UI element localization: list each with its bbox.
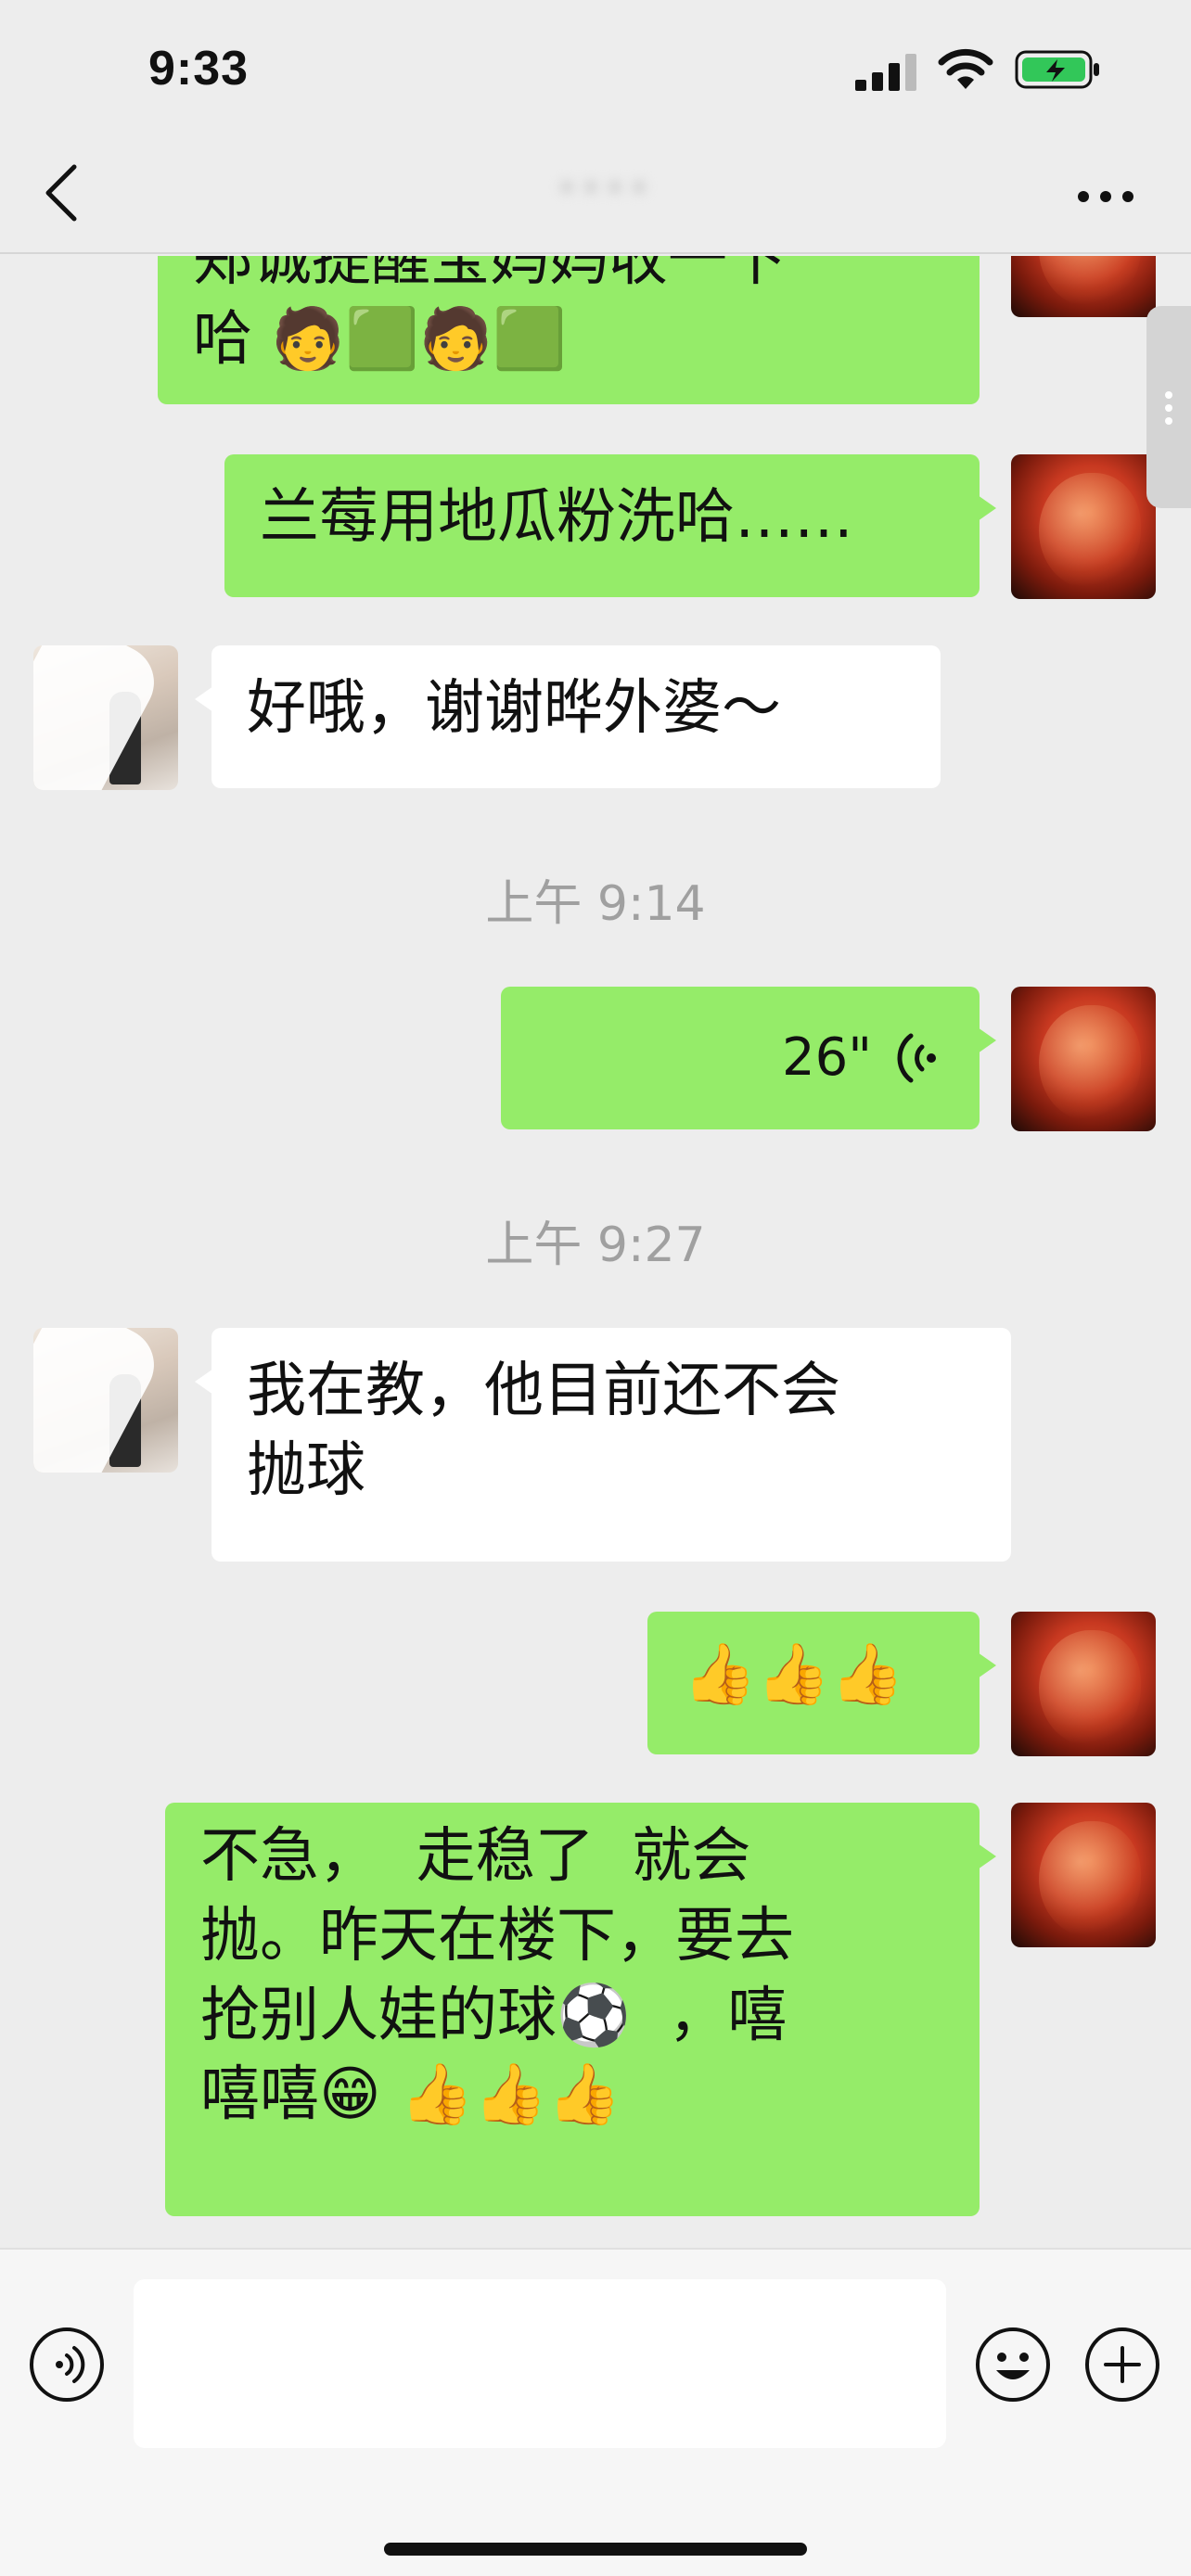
emoji-icon[interactable] xyxy=(974,2326,1052,2404)
message-text: 好哦，谢谢晔外婆～ xyxy=(247,674,781,743)
contact-name: •••• xyxy=(555,165,651,212)
home-indicator xyxy=(384,2543,807,2556)
signal-icon xyxy=(855,54,916,91)
voice-duration: 26" xyxy=(781,1027,872,1089)
scroll-handle[interactable] xyxy=(1146,306,1191,508)
battery-icon xyxy=(1015,50,1099,89)
avatar-friend[interactable] xyxy=(33,1328,178,1473)
message-bubble-sent[interactable]: 👍👍👍 xyxy=(647,1612,996,1754)
chat-area[interactable]: 郑诚提醒宝妈妈收一下 哈 🧑‍🟩🧑‍🟩 兰莓用地瓜粉洗哈…… 好哦，谢谢晔外婆～… xyxy=(0,256,1191,2248)
message-text: 郑诚提醒宝妈妈收一下 哈 🧑‍🟩🧑‍🟩 xyxy=(193,256,787,374)
status-time: 9:33 xyxy=(148,42,250,96)
avatar-self[interactable] xyxy=(1011,256,1156,317)
more-icon[interactable] xyxy=(1076,189,1135,204)
message-bubble-received[interactable]: 好哦，谢谢晔外婆～ xyxy=(195,645,941,788)
timestamp: 上午 9:14 xyxy=(485,876,706,932)
avatar-self[interactable] xyxy=(1011,1612,1156,1756)
message-input[interactable] xyxy=(134,2279,946,2448)
message-text: 兰莓用地瓜粉洗哈…… xyxy=(260,483,853,552)
timestamp: 上午 9:27 xyxy=(485,1218,706,1273)
voice-wave-icon xyxy=(897,1033,936,1083)
message-bubble-received[interactable]: 我在教，他目前还不会 抛球 xyxy=(195,1328,1011,1562)
avatar-self[interactable] xyxy=(1011,454,1156,599)
nav-bar: •••• xyxy=(0,139,1191,254)
plus-icon[interactable] xyxy=(1083,2326,1161,2404)
message-bubble-sent[interactable]: 郑诚提醒宝妈妈收一下 哈 🧑‍🟩🧑‍🟩 xyxy=(158,256,980,404)
message-text: 👍👍👍 xyxy=(683,1640,905,1709)
wifi-icon xyxy=(938,48,993,89)
back-icon[interactable] xyxy=(41,163,82,223)
avatar-self[interactable] xyxy=(1011,987,1156,1131)
status-bar: 9:33 xyxy=(0,0,1191,139)
message-bubble-sent[interactable]: 不急， 走稳了 就会 抛。昨天在楼下，要去 抢别人娃的球⚽ ，嘻 嘻嘻😁 👍👍👍 xyxy=(165,1803,996,2216)
message-text: 不急， 走稳了 就会 抛。昨天在楼下，要去 抢别人娃的球⚽ ，嘻 嘻嘻😁 👍👍👍 xyxy=(200,1822,794,2130)
message-text: 我在教，他目前还不会 抛球 xyxy=(247,1357,840,1505)
input-bar xyxy=(0,2248,1191,2576)
avatar-self[interactable] xyxy=(1011,1803,1156,1947)
avatar-friend[interactable] xyxy=(33,645,178,790)
message-bubble-sent[interactable]: 兰莓用地瓜粉洗哈…… xyxy=(224,454,996,597)
voice-input-icon[interactable] xyxy=(28,2326,106,2404)
voice-message-bubble[interactable]: 26" xyxy=(501,987,996,1129)
